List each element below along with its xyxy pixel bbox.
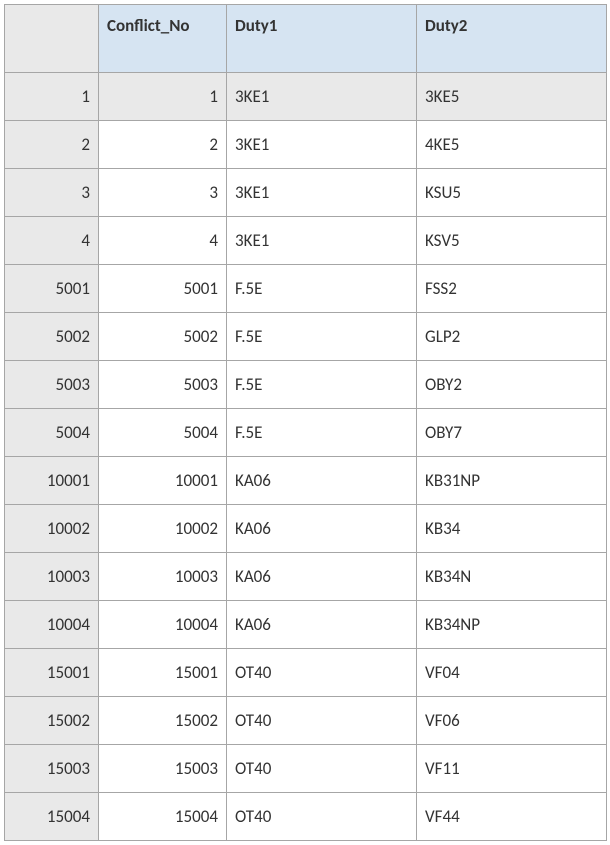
cell-duty1[interactable]: OT40 xyxy=(227,649,417,697)
cell-conflict_no[interactable]: 10001 xyxy=(99,457,227,505)
table-row[interactable]: 50035003F.5EOBY2 xyxy=(5,361,607,409)
table-row[interactable]: 1500115001OT40VF04 xyxy=(5,649,607,697)
row-header[interactable]: 5004 xyxy=(5,409,99,457)
cell-conflict_no[interactable]: 5004 xyxy=(99,409,227,457)
cell-duty1[interactable]: 3KE1 xyxy=(227,169,417,217)
cell-conflict_no[interactable]: 10002 xyxy=(99,505,227,553)
table-row[interactable]: 113KE13KE5 xyxy=(5,73,607,121)
cell-duty2[interactable]: KB34 xyxy=(417,505,607,553)
table-row[interactable]: 1000310003KA06KB34N xyxy=(5,553,607,601)
table-row[interactable]: 223KE14KE5 xyxy=(5,121,607,169)
table-row[interactable]: 1000110001KA06KB31NP xyxy=(5,457,607,505)
table-row[interactable]: 1500215002OT40VF06 xyxy=(5,697,607,745)
row-header[interactable]: 5002 xyxy=(5,313,99,361)
cell-duty1[interactable]: KA06 xyxy=(227,505,417,553)
row-header[interactable]: 10003 xyxy=(5,553,99,601)
cell-conflict_no[interactable]: 15002 xyxy=(99,697,227,745)
row-header[interactable]: 1 xyxy=(5,73,99,121)
cell-conflict_no[interactable]: 10004 xyxy=(99,601,227,649)
cell-conflict_no[interactable]: 5003 xyxy=(99,361,227,409)
table-row[interactable]: 1500315003OT40VF11 xyxy=(5,745,607,793)
cell-duty2[interactable]: VF44 xyxy=(417,793,607,841)
cell-duty1[interactable]: F.5E xyxy=(227,313,417,361)
row-header[interactable]: 10001 xyxy=(5,457,99,505)
cell-duty2[interactable]: KB31NP xyxy=(417,457,607,505)
row-header[interactable]: 5001 xyxy=(5,265,99,313)
row-header[interactable]: 2 xyxy=(5,121,99,169)
cell-duty2[interactable]: FSS2 xyxy=(417,265,607,313)
header-row: Conflict_No Duty1 Duty2 xyxy=(5,5,607,73)
table-row[interactable]: 1500415004OT40VF44 xyxy=(5,793,607,841)
cell-conflict_no[interactable]: 15001 xyxy=(99,649,227,697)
cell-conflict_no[interactable]: 2 xyxy=(99,121,227,169)
cell-conflict_no[interactable]: 4 xyxy=(99,217,227,265)
cell-duty2[interactable]: KB34N xyxy=(417,553,607,601)
cell-duty1[interactable]: 3KE1 xyxy=(227,217,417,265)
table-row[interactable]: 50025002F.5EGLP2 xyxy=(5,313,607,361)
cell-duty1[interactable]: F.5E xyxy=(227,265,417,313)
cell-duty1[interactable]: F.5E xyxy=(227,361,417,409)
cell-duty1[interactable]: OT40 xyxy=(227,793,417,841)
row-header[interactable]: 15003 xyxy=(5,745,99,793)
cell-duty1[interactable]: F.5E xyxy=(227,409,417,457)
cell-duty1[interactable]: KA06 xyxy=(227,553,417,601)
table-row[interactable]: 1000210002KA06KB34 xyxy=(5,505,607,553)
table-row[interactable]: 50015001F.5EFSS2 xyxy=(5,265,607,313)
row-header[interactable]: 3 xyxy=(5,169,99,217)
table-body: 113KE13KE5223KE14KE5333KE1KSU5443KE1KSV5… xyxy=(5,73,607,841)
cell-duty1[interactable]: 3KE1 xyxy=(227,73,417,121)
row-header[interactable]: 15001 xyxy=(5,649,99,697)
col-header-duty2[interactable]: Duty2 xyxy=(417,5,607,73)
cell-duty2[interactable]: OBY7 xyxy=(417,409,607,457)
col-header-conflict-no[interactable]: Conflict_No xyxy=(99,5,227,73)
cell-duty2[interactable]: OBY2 xyxy=(417,361,607,409)
row-header[interactable]: 5003 xyxy=(5,361,99,409)
table-row[interactable]: 1000410004KA06KB34NP xyxy=(5,601,607,649)
cell-duty1[interactable]: OT40 xyxy=(227,697,417,745)
cell-duty2[interactable]: GLP2 xyxy=(417,313,607,361)
cell-conflict_no[interactable]: 15003 xyxy=(99,745,227,793)
corner-cell[interactable] xyxy=(5,5,99,73)
row-header[interactable]: 15002 xyxy=(5,697,99,745)
table-row[interactable]: 443KE1KSV5 xyxy=(5,217,607,265)
cell-duty2[interactable]: KSU5 xyxy=(417,169,607,217)
cell-conflict_no[interactable]: 1 xyxy=(99,73,227,121)
data-table[interactable]: Conflict_No Duty1 Duty2 113KE13KE5223KE1… xyxy=(4,4,607,841)
cell-duty1[interactable]: KA06 xyxy=(227,457,417,505)
cell-duty1[interactable]: OT40 xyxy=(227,745,417,793)
cell-duty1[interactable]: 3KE1 xyxy=(227,121,417,169)
cell-conflict_no[interactable]: 3 xyxy=(99,169,227,217)
cell-duty2[interactable]: VF11 xyxy=(417,745,607,793)
row-header[interactable]: 4 xyxy=(5,217,99,265)
cell-duty2[interactable]: 4KE5 xyxy=(417,121,607,169)
row-header[interactable]: 10002 xyxy=(5,505,99,553)
table-row[interactable]: 333KE1KSU5 xyxy=(5,169,607,217)
table-row[interactable]: 50045004F.5EOBY7 xyxy=(5,409,607,457)
row-header[interactable]: 10004 xyxy=(5,601,99,649)
cell-conflict_no[interactable]: 15004 xyxy=(99,793,227,841)
cell-duty2[interactable]: 3KE5 xyxy=(417,73,607,121)
cell-conflict_no[interactable]: 10003 xyxy=(99,553,227,601)
cell-duty2[interactable]: KB34NP xyxy=(417,601,607,649)
col-header-duty1[interactable]: Duty1 xyxy=(227,5,417,73)
cell-duty2[interactable]: VF06 xyxy=(417,697,607,745)
cell-conflict_no[interactable]: 5002 xyxy=(99,313,227,361)
cell-duty1[interactable]: KA06 xyxy=(227,601,417,649)
row-header[interactable]: 15004 xyxy=(5,793,99,841)
cell-duty2[interactable]: VF04 xyxy=(417,649,607,697)
cell-conflict_no[interactable]: 5001 xyxy=(99,265,227,313)
cell-duty2[interactable]: KSV5 xyxy=(417,217,607,265)
